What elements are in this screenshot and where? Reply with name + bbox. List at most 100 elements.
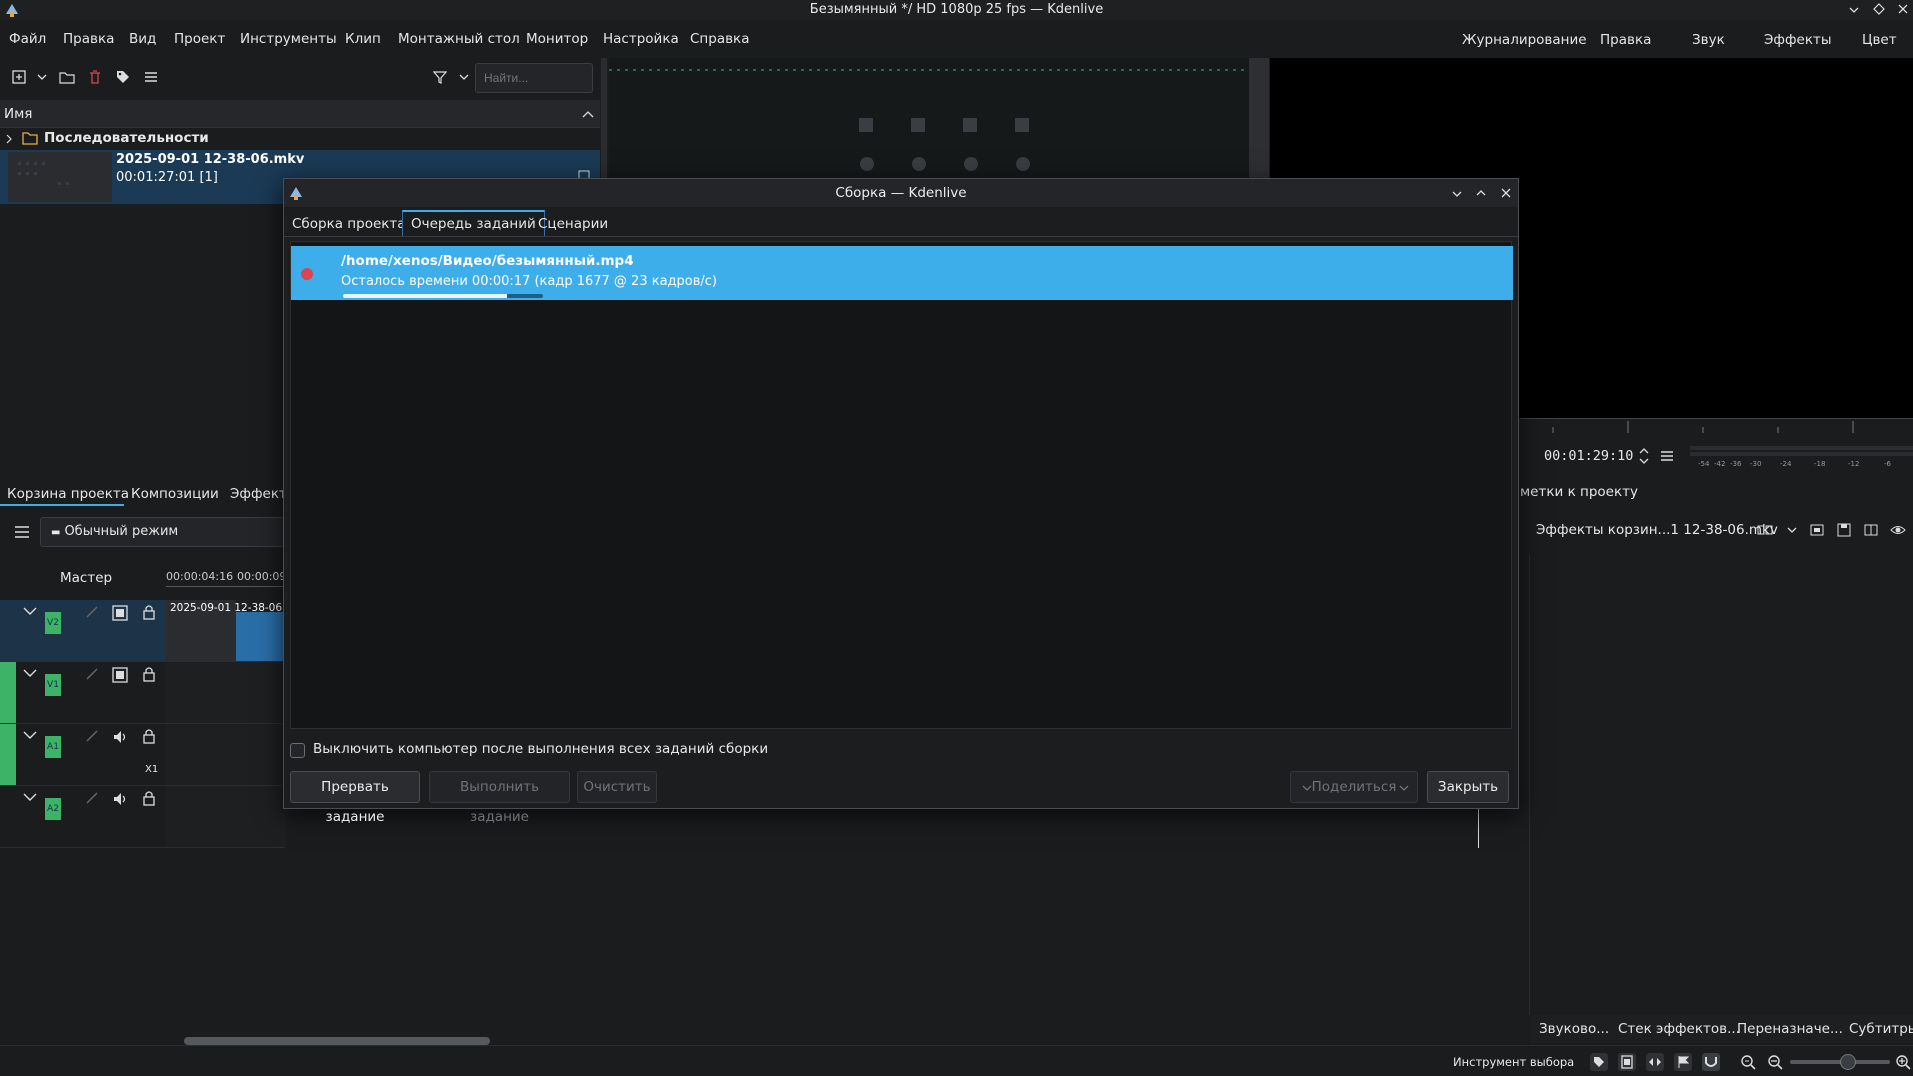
save-effect-icon[interactable]	[1837, 523, 1851, 537]
menu-file[interactable]: Файл	[9, 31, 46, 47]
monitor-ruler[interactable]	[1520, 418, 1913, 434]
lock-icon[interactable]	[142, 728, 156, 744]
close-button[interactable]: Закрыть	[1427, 771, 1509, 803]
playhead[interactable]	[1478, 808, 1479, 848]
track-v2[interactable]: V2 2025-09-01 12-38-06.r	[0, 600, 290, 662]
close-icon[interactable]	[1897, 3, 1909, 15]
minimize-icon[interactable]	[1451, 188, 1463, 200]
splitter[interactable]	[601, 58, 607, 178]
speaker-icon[interactable]	[112, 729, 128, 745]
hamburger-menu-icon[interactable]	[14, 525, 30, 539]
bin-column-header[interactable]: Имя	[0, 100, 600, 128]
menu-tools[interactable]: Инструменты	[240, 31, 337, 47]
monitor-menu-icon[interactable]	[1660, 449, 1674, 463]
track-tag[interactable]: A2	[45, 798, 61, 820]
collapse-chevron-icon[interactable]	[23, 668, 37, 678]
track-active-indicator[interactable]	[0, 662, 16, 723]
lock-icon[interactable]	[142, 790, 156, 806]
lock-icon[interactable]	[142, 604, 156, 620]
eye-icon[interactable]	[1890, 523, 1906, 537]
chevron-down-icon[interactable]	[37, 73, 47, 81]
magnet-icon[interactable]	[1702, 1053, 1720, 1071]
track-a1[interactable]: A1 X1	[0, 724, 286, 786]
tab-render-project[interactable]: Сборка проекта	[284, 212, 414, 238]
tab-effect-stack[interactable]: Стек эффектов...	[1618, 1021, 1740, 1037]
tab-subtitles[interactable]: Субтитры	[1849, 1021, 1913, 1037]
track-tag[interactable]: A1	[45, 736, 61, 758]
collapse-chevron-icon[interactable]	[23, 606, 37, 616]
menu-settings[interactable]: Настройка	[603, 31, 679, 47]
abort-job-button[interactable]: Прервать задание	[290, 771, 420, 825]
bin-folder-sequences[interactable]: Последовательности	[0, 128, 600, 150]
tab-project-bin[interactable]: Корзина проекта	[7, 486, 129, 502]
layout-logging[interactable]: Журналирование	[1462, 32, 1587, 48]
menu-clip[interactable]: Клип	[345, 31, 381, 47]
clip-monitor[interactable]	[609, 58, 1269, 178]
delete-icon[interactable]	[88, 69, 102, 85]
chevron-down-icon[interactable]	[1787, 526, 1797, 534]
maximize-icon[interactable]	[1475, 187, 1487, 199]
compare-icon[interactable]	[1757, 524, 1773, 536]
spinner-icon[interactable]	[1638, 446, 1650, 466]
track-v1-area[interactable]	[166, 662, 286, 723]
zoom-fit-icon[interactable]	[1740, 1054, 1756, 1070]
toggle-effects-icon[interactable]	[1810, 523, 1824, 537]
track-a2[interactable]: A2	[0, 786, 286, 848]
effects-wand-icon[interactable]	[85, 729, 99, 743]
film-icon[interactable]	[1618, 1053, 1636, 1071]
menu-help[interactable]: Справка	[690, 31, 749, 47]
monitor-timecode[interactable]: 00:01:29:10	[1520, 440, 1685, 472]
tab-audio-mixer[interactable]: Звуково...	[1539, 1021, 1609, 1037]
shutdown-checkbox[interactable]	[290, 743, 305, 758]
share-button[interactable]: Поделиться	[1290, 771, 1418, 803]
menu-icon[interactable]	[144, 70, 158, 84]
zoom-in-icon[interactable]	[1895, 1054, 1911, 1070]
track-tag[interactable]: V1	[45, 674, 61, 696]
layout-effects[interactable]: Эффекты	[1764, 32, 1832, 48]
filter-icon[interactable]	[433, 70, 447, 84]
marker-icon[interactable]	[1674, 1053, 1692, 1071]
track-a2-area[interactable]	[166, 786, 286, 847]
layout-editing[interactable]: Правка	[1600, 32, 1651, 48]
video-toggle-icon[interactable]	[112, 667, 128, 683]
clean-up-button[interactable]: Очистить	[577, 771, 657, 803]
video-toggle-icon[interactable]	[112, 605, 128, 621]
split-compare-icon[interactable]	[1864, 523, 1878, 537]
add-clip-icon[interactable]	[12, 70, 26, 84]
collapse-chevron-icon[interactable]	[23, 730, 37, 740]
minimize-icon[interactable]	[1848, 4, 1860, 16]
layout-color[interactable]: Цвет	[1862, 32, 1897, 48]
add-folder-icon[interactable]	[59, 70, 75, 84]
menu-edit[interactable]: Правка	[63, 31, 114, 47]
track-v2-area[interactable]: 2025-09-01 12-38-06.r	[166, 600, 290, 661]
expand-icon[interactable]	[1646, 1053, 1664, 1071]
timeline-clip-selected[interactable]	[236, 612, 286, 661]
zoom-slider-handle[interactable]	[1840, 1054, 1856, 1070]
track-a1-area[interactable]	[166, 724, 286, 785]
tab-job-queue[interactable]: Очередь заданий	[402, 210, 545, 236]
chevron-down-icon[interactable]	[459, 73, 469, 81]
collapse-chevron-icon[interactable]	[23, 792, 37, 802]
effects-wand-icon[interactable]	[85, 791, 99, 805]
menu-monitor[interactable]: Монитор	[526, 31, 588, 47]
effects-wand-icon[interactable]	[85, 667, 99, 681]
close-icon[interactable]	[1500, 187, 1512, 199]
lock-icon[interactable]	[142, 666, 156, 682]
tab-remap[interactable]: Переназначе...	[1737, 1021, 1843, 1037]
tab-scripts[interactable]: Сценарии	[530, 212, 616, 238]
start-job-button[interactable]: Выполнить задание	[429, 771, 570, 825]
track-active-indicator[interactable]	[0, 724, 16, 785]
track-tag[interactable]: V2	[45, 612, 61, 634]
chevron-up-icon[interactable]	[582, 110, 594, 118]
job-queue-list[interactable]: /home/xenos/Видео/безымянный.mp4 Осталос…	[290, 241, 1513, 729]
speaker-icon[interactable]	[112, 791, 128, 807]
bin-search-input[interactable]	[475, 63, 593, 93]
menu-view[interactable]: Вид	[129, 31, 156, 47]
track-v1[interactable]: V1	[0, 662, 286, 724]
tab-compositions[interactable]: Композиции	[131, 486, 219, 502]
timeline-scrollbar[interactable]	[184, 1037, 490, 1045]
menu-project[interactable]: Проект	[174, 31, 225, 47]
job-item[interactable]: /home/xenos/Видео/безымянный.mp4 Осталос…	[291, 246, 1513, 300]
maximize-icon[interactable]	[1873, 3, 1885, 15]
zoom-out-icon[interactable]	[1767, 1054, 1783, 1070]
